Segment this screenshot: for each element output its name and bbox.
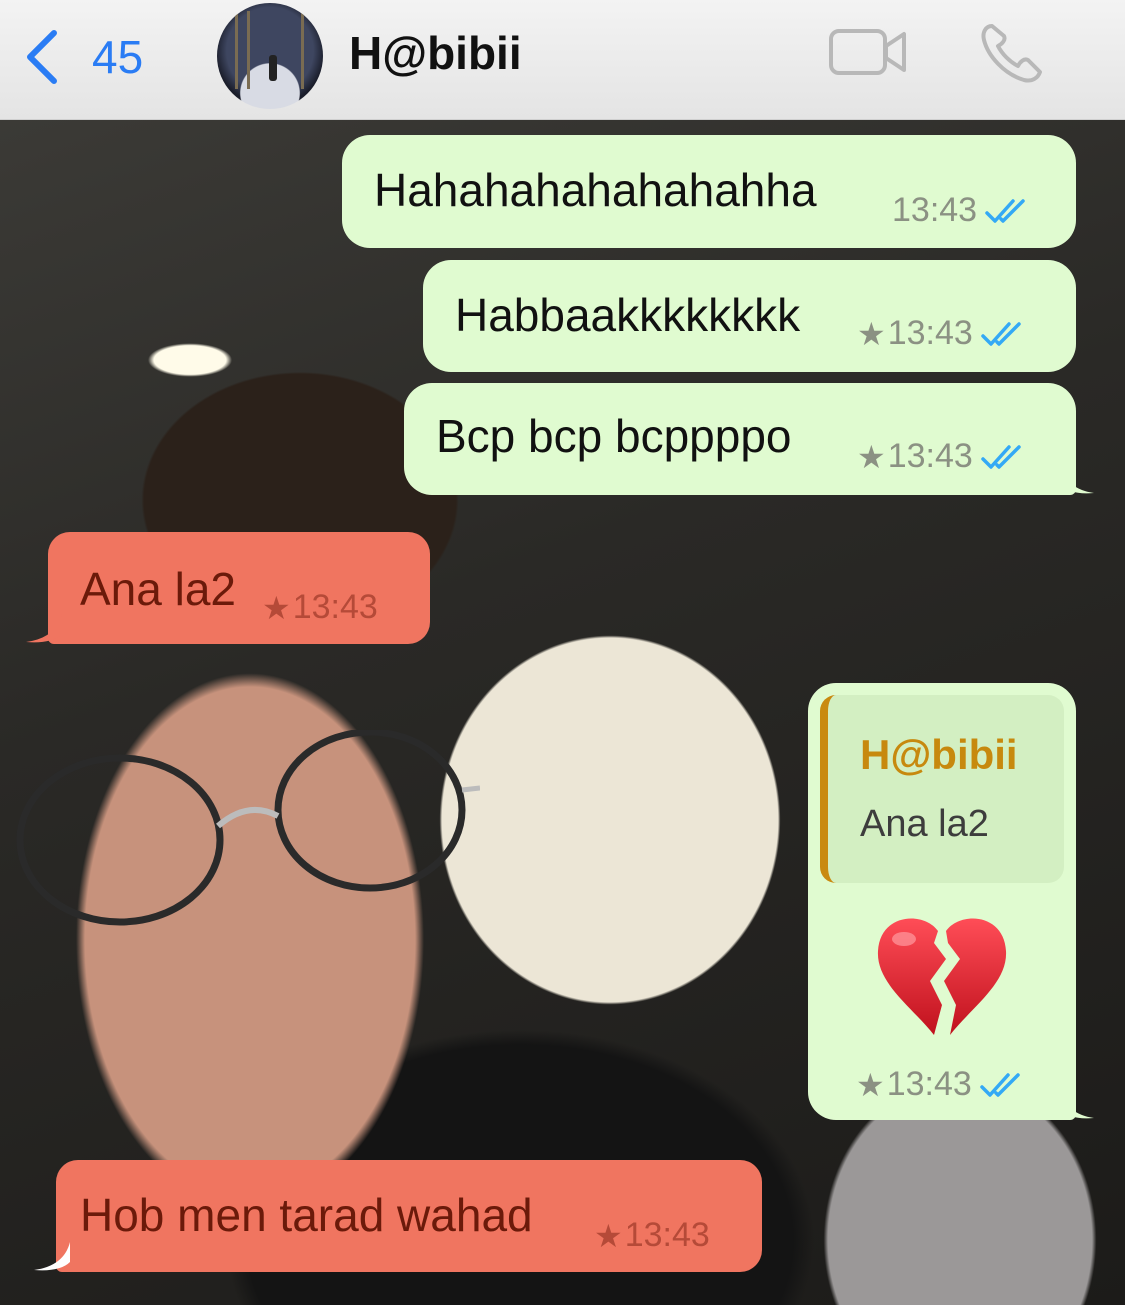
chat-header: 45 H@bibii [0, 0, 1125, 120]
message-text: Ana la2 [80, 563, 237, 615]
message-time: 13:43 [624, 1216, 710, 1254]
bubble-tail [1060, 1090, 1094, 1119]
message-incoming[interactable]: Ana la2 ★ 13:43 [26, 532, 430, 644]
avatar[interactable] [217, 3, 323, 109]
broken-heart-icon [877, 918, 1007, 1035]
message-meta: ★ 13:43 [857, 437, 1027, 476]
phone-icon[interactable] [978, 22, 1044, 84]
message-text: Bcp bcp bcppppo [436, 410, 792, 462]
star-icon: ★ [857, 438, 886, 475]
message-meta: ★ 13:43 [857, 314, 1027, 353]
message-text: Hahahahahahahahha [374, 164, 817, 216]
contact-name[interactable]: H@bibii [349, 26, 522, 80]
double-check-icon [980, 1072, 1020, 1097]
star-icon: ★ [857, 315, 886, 352]
message-meta: ★ 13:43 [262, 588, 378, 627]
chevron-left-icon [27, 30, 57, 84]
message-time: 13:43 [887, 437, 973, 475]
message-meta: ★ 13:43 [594, 1216, 710, 1255]
message-meta: 13:43 [892, 191, 1031, 230]
background-photo [16, 730, 480, 926]
message-outgoing-reply[interactable]: H@bibii Ana la2 ★ 13:43 [808, 683, 1094, 1120]
chat-area[interactable]: Hahahahahahahahha 13:43 Habbaakkkkkkkk ★… [0, 120, 1125, 1305]
back-button[interactable]: 45 [22, 22, 143, 92]
star-icon: ★ [856, 1066, 885, 1103]
bubble-tail [34, 1242, 70, 1271]
message-time: 13:43 [887, 314, 973, 352]
star-icon: ★ [262, 589, 291, 626]
reply-quote[interactable]: H@bibii Ana la2 [820, 695, 1064, 883]
double-check-icon [981, 321, 1021, 346]
message-meta: ★ 13:43 [856, 1065, 1026, 1104]
quote-author: H@bibii [860, 731, 1018, 778]
quote-text: Ana la2 [860, 803, 989, 845]
bubble-tail [26, 614, 62, 643]
message-outgoing[interactable]: Bcp bcp bcppppo ★ 13:43 [404, 383, 1094, 495]
message-time: 13:43 [892, 191, 978, 229]
message-outgoing[interactable]: Habbaakkkkkkkk ★ 13:43 [423, 260, 1076, 372]
message-time: 13:43 [886, 1065, 972, 1103]
message-outgoing[interactable]: Hahahahahahahahha 13:43 [342, 135, 1076, 248]
unread-count: 45 [92, 31, 144, 83]
double-check-icon [981, 444, 1021, 469]
message-incoming[interactable]: Hob men tarad wahad ★ 13:43 [34, 1160, 762, 1272]
bubble-tail [1060, 465, 1094, 494]
star-icon: ★ [594, 1217, 623, 1254]
message-time: 13:43 [292, 588, 378, 626]
message-text: Hob men tarad wahad [80, 1189, 533, 1241]
double-check-icon [985, 198, 1025, 223]
video-camera-icon[interactable] [828, 26, 908, 78]
message-text: Habbaakkkkkkkk [455, 289, 801, 341]
